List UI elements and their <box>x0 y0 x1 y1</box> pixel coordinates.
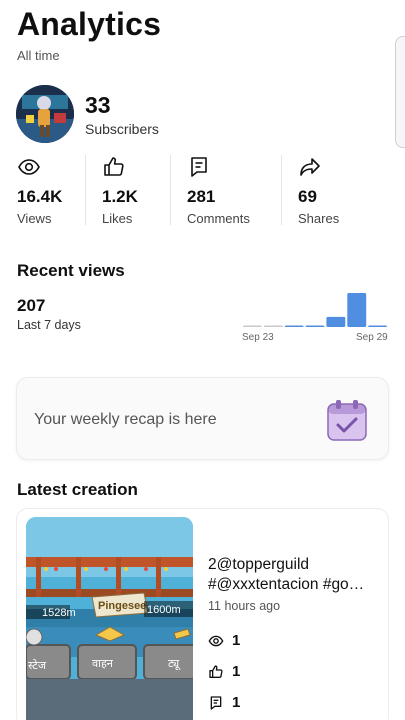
chart-bar-sep-28 <box>347 293 367 327</box>
thumbnail-distance-left: 1528m <box>42 607 76 619</box>
thumbnail-distance-right: 1600m <box>147 604 181 616</box>
recap-text: Your weekly recap is here <box>34 411 217 428</box>
stat-value: 69 <box>298 187 317 206</box>
chart-bar-sep-25 <box>284 325 304 327</box>
video-views: 1 <box>208 632 240 649</box>
eye-icon <box>208 635 224 646</box>
x-axis-end-label: Sep 29 <box>356 332 388 343</box>
thumbs-up-icon <box>209 664 223 678</box>
stat-label: Shares <box>298 211 340 226</box>
comment-icon <box>191 157 207 177</box>
time-range-label: All time <box>17 48 60 63</box>
calendar-check-icon <box>327 400 367 441</box>
page-title: Analytics <box>17 6 162 42</box>
video-thumbnail[interactable]: Pingesee 1528m 1600m स्टेज वाहन ट्यू <box>26 517 193 720</box>
stat-value: 16.4K <box>17 187 63 206</box>
share-icon <box>300 158 320 176</box>
stat-label: Comments <box>187 211 250 226</box>
recent-views-title: Recent views <box>17 261 125 280</box>
video-timestamp: 11 hours ago <box>208 599 281 613</box>
thumbnail-tab-stage: स्टेज <box>28 659 47 672</box>
recent-views-chart[interactable]: Sep 23 Sep 29 <box>240 288 390 344</box>
video-views-count: 1 <box>232 632 241 649</box>
thumbnail-sign-text: Pingesee <box>98 600 146 612</box>
channel-summary: 33 Subscribers <box>16 85 159 143</box>
stat-views[interactable]: 16.4K Views <box>0 155 85 227</box>
stats-row: 16.4K Views 1.2K Likes 281 Comments 69 S… <box>0 155 395 227</box>
thumbs-up-icon <box>104 157 124 176</box>
latest-creation-card[interactable]: Pingesee 1528m 1600m स्टेज वाहन ट्यू 2@t… <box>16 508 389 720</box>
video-title[interactable]: 2@topperguild #@xxxtentacion #go… <box>208 555 383 595</box>
eye-icon <box>18 159 40 175</box>
chart-bar-sep-26 <box>305 325 325 327</box>
stat-shares[interactable]: 69 Shares <box>281 155 393 227</box>
recent-views-count: 207 <box>17 296 46 315</box>
chart-bar-sep-29 <box>368 325 387 327</box>
scrollbar-handle[interactable] <box>395 36 405 148</box>
weekly-recap-card[interactable]: Your weekly recap is here <box>16 377 389 460</box>
stat-likes[interactable]: 1.2K Likes <box>85 155 170 227</box>
chart-bar-sep-23 <box>243 325 262 327</box>
stat-value: 281 <box>187 187 216 206</box>
video-likes: 1 <box>208 663 240 680</box>
chart-bar-sep-27 <box>326 316 346 327</box>
thumbnail-tab-vehicle: वाहन <box>92 657 114 670</box>
subscriber-count: 33 <box>85 91 111 118</box>
avatar[interactable] <box>16 85 74 143</box>
page-header: Analytics All time <box>17 6 161 63</box>
x-axis-start-label: Sep 23 <box>242 332 274 343</box>
stat-value: 1.2K <box>102 187 138 206</box>
stat-label: Likes <box>102 211 133 226</box>
video-comments-count: 1 <box>232 694 241 711</box>
subscriber-label: Subscribers <box>85 120 159 137</box>
stat-comments[interactable]: 281 Comments <box>170 155 281 227</box>
stat-label: Views <box>17 211 52 226</box>
latest-creation-title: Latest creation <box>17 480 138 499</box>
chart-bar-sep-24 <box>263 325 283 327</box>
video-likes-count: 1 <box>232 663 241 680</box>
recent-views-period: Last 7 days <box>17 318 81 332</box>
video-comments: 1 <box>208 694 240 711</box>
comment-icon <box>210 695 222 710</box>
